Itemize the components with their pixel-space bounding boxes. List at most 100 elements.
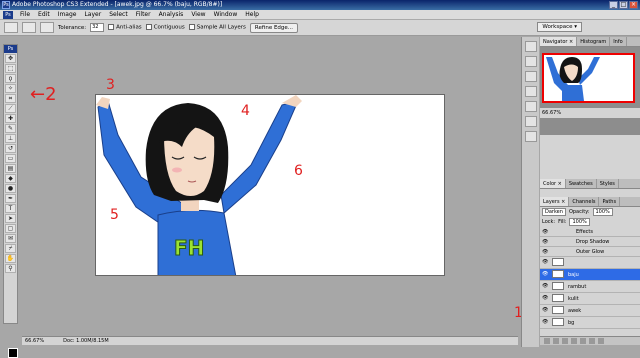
- layer-thumbnail: [552, 306, 564, 314]
- tab-navigator[interactable]: Navigator ×: [540, 37, 578, 46]
- layer-row-blank[interactable]: 👁: [540, 257, 640, 269]
- brushes-panel-icon[interactable]: [525, 41, 537, 52]
- actions-panel-icon[interactable]: [525, 101, 537, 112]
- tab-histogram[interactable]: Histogram: [577, 37, 611, 46]
- foreground-color-swatch[interactable]: [8, 348, 18, 358]
- menu-analysis[interactable]: Analysis: [155, 11, 188, 18]
- tool-preset-picker[interactable]: [4, 22, 18, 33]
- layer-row-kulit[interactable]: 👁 kulit: [540, 293, 640, 305]
- shape-tool-icon[interactable]: ▢: [5, 224, 16, 233]
- eye-icon[interactable]: 👁: [542, 283, 548, 289]
- eye-icon[interactable]: 👁: [542, 307, 548, 313]
- fill-input[interactable]: 100%: [569, 218, 590, 226]
- navigator-thumbnail[interactable]: [542, 53, 635, 103]
- tab-info[interactable]: Info: [610, 37, 627, 46]
- document-canvas[interactable]: FH: [95, 94, 445, 276]
- menu-select[interactable]: Select: [105, 11, 132, 18]
- menu-edit[interactable]: Edit: [34, 11, 54, 18]
- menu-window[interactable]: Window: [210, 11, 242, 18]
- workspace-button[interactable]: Workspace ▾: [537, 22, 582, 32]
- hand-tool-icon[interactable]: ✋: [5, 254, 16, 263]
- opacity-input[interactable]: 100%: [592, 208, 613, 216]
- layers-footer: [540, 336, 640, 345]
- eye-icon[interactable]: 👁: [542, 319, 548, 325]
- layer-row-baju[interactable]: 👁 baju: [540, 269, 640, 281]
- mask-icon[interactable]: [562, 338, 568, 344]
- sample-all-checkbox[interactable]: Sample All Layers: [188, 24, 246, 31]
- adjustment-icon[interactable]: [571, 338, 577, 344]
- layer-thumbnail: [552, 270, 564, 278]
- menu-layer[interactable]: Layer: [80, 11, 105, 18]
- blur-tool-icon[interactable]: ◆: [5, 174, 16, 183]
- layer-label: awek: [568, 308, 582, 314]
- layer-effect-outer-glow[interactable]: 👁 Outer Glow: [540, 247, 640, 257]
- tab-color[interactable]: Color ×: [540, 179, 566, 188]
- close-button[interactable]: ×: [629, 1, 638, 9]
- group-icon[interactable]: [580, 338, 586, 344]
- tolerance-input[interactable]: 32: [90, 23, 105, 32]
- history-panel-icon[interactable]: [525, 86, 537, 97]
- tab-styles[interactable]: Styles: [597, 179, 619, 188]
- eye-icon[interactable]: 👁: [542, 249, 548, 255]
- layer-row-awek[interactable]: 👁 awek: [540, 305, 640, 317]
- lasso-tool-icon[interactable]: ϙ: [5, 74, 16, 83]
- eye-icon[interactable]: 👁: [542, 271, 548, 277]
- path-selection-icon[interactable]: ➤: [5, 214, 16, 223]
- trash-icon[interactable]: [598, 338, 604, 344]
- tab-paths[interactable]: Paths: [599, 197, 621, 206]
- type-tool-icon[interactable]: T: [5, 204, 16, 213]
- tab-swatches[interactable]: Swatches: [566, 179, 597, 188]
- status-zoom: 66.67%: [25, 338, 45, 344]
- paragraph-panel-icon[interactable]: [525, 131, 537, 142]
- brush-tool-icon[interactable]: ✎: [5, 124, 16, 133]
- gradient-tool-icon[interactable]: ▤: [5, 164, 16, 173]
- layer-comps-icon[interactable]: [525, 71, 537, 82]
- navigator-tabs: Navigator × Histogram Info: [540, 37, 640, 47]
- layer-effect-drop-shadow[interactable]: 👁 Drop Shadow: [540, 237, 640, 247]
- magic-wand-tool-icon[interactable]: ✧: [5, 84, 16, 93]
- new-layer-icon[interactable]: [589, 338, 595, 344]
- clone-stamp-icon[interactable]: ⊥: [5, 134, 16, 143]
- eye-icon[interactable]: 👁: [542, 239, 548, 245]
- add-to-selection-icon[interactable]: [40, 22, 54, 33]
- eyedropper-tool-icon[interactable]: ⌿: [5, 244, 16, 253]
- maximize-button[interactable]: □: [619, 1, 628, 9]
- refine-edge-button[interactable]: Refine Edge...: [249, 22, 299, 33]
- zoom-tool-icon[interactable]: ⚲: [5, 264, 16, 273]
- menu-help[interactable]: Help: [241, 11, 263, 18]
- navigator-zoom[interactable]: 66.67%: [540, 108, 640, 118]
- eye-icon[interactable]: 👁: [542, 229, 548, 235]
- layer-row-bg[interactable]: 👁 bg: [540, 317, 640, 329]
- tab-channels[interactable]: Channels: [569, 197, 600, 206]
- eye-icon[interactable]: 👁: [542, 295, 548, 301]
- contiguous-checkbox[interactable]: Contiguous: [145, 24, 185, 31]
- marquee-tool-icon[interactable]: ⬚: [5, 64, 16, 73]
- antialias-label: Anti-alias: [116, 24, 142, 31]
- blend-mode-select[interactable]: Darken: [542, 208, 566, 216]
- dodge-tool-icon[interactable]: ●: [5, 184, 16, 193]
- move-tool-icon[interactable]: ✥: [5, 54, 16, 63]
- minimize-button[interactable]: _: [609, 1, 618, 9]
- history-brush-icon[interactable]: ↺: [5, 144, 16, 153]
- tool-presets-icon[interactable]: [525, 56, 537, 67]
- menu-file[interactable]: File: [16, 11, 34, 18]
- menu-image[interactable]: Image: [54, 11, 81, 18]
- layer-row-rambut[interactable]: 👁 rambut: [540, 281, 640, 293]
- layers-panel: Layers × Channels Paths Darken Opacity: …: [540, 197, 640, 345]
- layer-effects[interactable]: 👁 Effects: [540, 227, 640, 237]
- fx-icon[interactable]: [553, 338, 559, 344]
- menu-filter[interactable]: Filter: [132, 11, 155, 18]
- antialias-checkbox[interactable]: Anti-alias: [108, 24, 142, 31]
- pen-tool-icon[interactable]: ✒: [5, 194, 16, 203]
- tab-layers[interactable]: Layers ×: [540, 197, 570, 206]
- clone-source-icon[interactable]: [525, 116, 537, 127]
- crop-tool-icon[interactable]: ⌗: [5, 94, 16, 103]
- healing-brush-icon[interactable]: ✚: [5, 114, 16, 123]
- menu-view[interactable]: View: [187, 11, 209, 18]
- new-selection-icon[interactable]: [22, 22, 36, 33]
- notes-tool-icon[interactable]: ✉: [5, 234, 16, 243]
- eye-icon[interactable]: 👁: [542, 259, 548, 265]
- link-layers-icon[interactable]: [544, 338, 550, 344]
- eraser-tool-icon[interactable]: ▭: [5, 154, 16, 163]
- slice-tool-icon[interactable]: ⟋: [5, 104, 16, 113]
